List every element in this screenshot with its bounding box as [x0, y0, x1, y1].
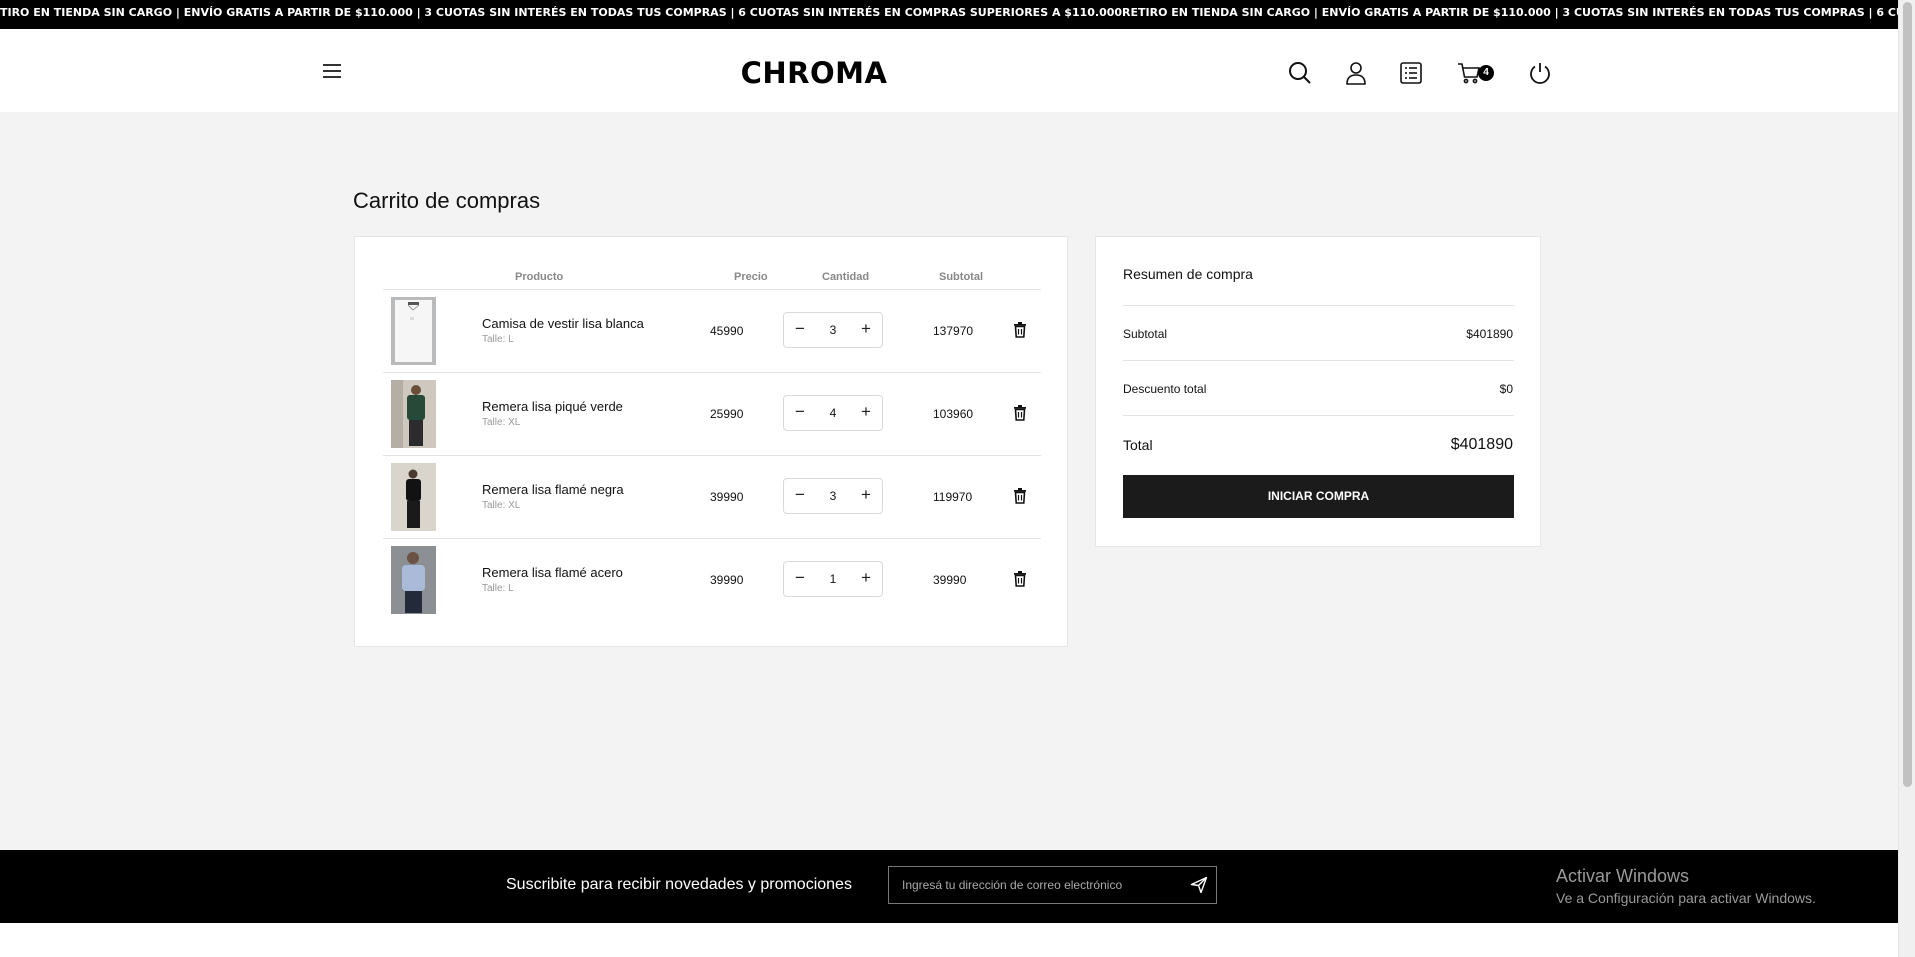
vertical-scrollbar[interactable] [1898, 0, 1915, 957]
product-size: Talle: L [482, 334, 514, 345]
decrease-quantity-button[interactable]: − [788, 567, 812, 591]
column-header-quantity: Cantidad [822, 271, 870, 283]
column-header-subtotal: Subtotal [939, 271, 983, 283]
increase-quantity-button[interactable]: + [854, 401, 878, 425]
quantity-value[interactable]: 1 [814, 572, 852, 586]
trash-icon[interactable] [1013, 488, 1027, 504]
brand-logo[interactable]: CHROMA [740, 56, 888, 90]
summary-title: Resumen de compra [1123, 266, 1253, 282]
decrease-quantity-button[interactable]: − [788, 401, 812, 425]
cart-item-row: Remera lisa flamé acero Talle: L 39990 −… [383, 539, 1041, 622]
summary-divider [1123, 360, 1514, 361]
product-name[interactable]: Camisa de vestir lisa blanca [482, 316, 644, 331]
cart-item-row: Camisa de vestir lisa blanca Talle: L 45… [383, 290, 1041, 373]
subtotal-value: $401890 [1466, 327, 1513, 341]
quantity-value[interactable]: 4 [814, 406, 852, 420]
cart-item-row: Remera lisa piqué verde Talle: XL 25990 … [383, 373, 1041, 456]
product-price: 25990 [710, 407, 744, 421]
increase-quantity-button[interactable]: + [854, 567, 878, 591]
decrease-quantity-button[interactable]: − [788, 318, 812, 342]
page-bottom [0, 923, 1898, 957]
windows-activation-watermark: Activar Windows Ve a Configuración para … [1556, 866, 1816, 906]
user-icon[interactable] [1343, 60, 1369, 86]
search-icon[interactable] [1287, 60, 1313, 86]
product-price: 39990 [710, 573, 744, 587]
email-input[interactable] [889, 867, 1179, 903]
product-price: 45990 [710, 324, 744, 338]
discount-value: $0 [1499, 382, 1513, 396]
product-size: Talle: XL [482, 417, 521, 428]
product-price: 39990 [710, 490, 744, 504]
quantity-stepper: − 4 + [783, 395, 883, 431]
discount-label: Descuento total [1123, 382, 1207, 396]
watermark-subtitle: Ve a Configuración para activar Windows. [1556, 890, 1816, 906]
product-name[interactable]: Remera lisa piqué verde [482, 399, 623, 414]
quantity-stepper: − 3 + [783, 478, 883, 514]
decrease-quantity-button[interactable]: − [788, 484, 812, 508]
total-label: Total [1123, 437, 1153, 453]
announcement-bar: RETIRO EN TIENDA SIN CARGO | ENVÍO GRATI… [0, 0, 1898, 29]
newsletter-text: Suscribite para recibir novedades y prom… [506, 876, 852, 893]
quantity-stepper: − 1 + [783, 561, 883, 597]
total-value: $401890 [1450, 436, 1513, 453]
cart-table: Producto Precio Cantidad Subtotal Camisa… [354, 236, 1068, 647]
cart-item-row: Remera lisa flamé negra Talle: XL 39990 … [383, 456, 1041, 539]
product-name[interactable]: Remera lisa flamé acero [482, 565, 623, 580]
trash-icon[interactable] [1013, 322, 1027, 338]
item-subtotal: 137970 [933, 324, 974, 338]
increase-quantity-button[interactable]: + [854, 318, 878, 342]
subtotal-label: Subtotal [1123, 327, 1168, 341]
scrollbar-thumb[interactable] [1903, 2, 1912, 787]
quantity-value[interactable]: 3 [814, 323, 852, 337]
summary-divider [1123, 415, 1514, 416]
watermark-title: Activar Windows [1556, 866, 1690, 886]
trash-icon[interactable] [1013, 405, 1027, 421]
product-size: Talle: L [482, 583, 514, 594]
item-subtotal: 119970 [933, 490, 973, 504]
orders-icon[interactable] [1398, 60, 1424, 86]
send-icon[interactable] [1190, 876, 1208, 894]
product-image[interactable] [391, 463, 436, 531]
product-image[interactable] [391, 380, 436, 448]
product-size: Talle: XL [482, 500, 521, 511]
power-icon[interactable] [1527, 60, 1553, 86]
item-subtotal: 103960 [933, 407, 974, 421]
cart-count-badge: 4 [1478, 65, 1494, 81]
product-name[interactable]: Remera lisa flamé negra [482, 482, 624, 497]
purchase-summary: Resumen de compra Subtotal $401890 Descu… [1095, 236, 1541, 547]
quantity-value[interactable]: 3 [814, 489, 852, 503]
newsletter-form [888, 866, 1217, 904]
quantity-stepper: − 3 + [783, 312, 883, 348]
announcement-text: RETIRO EN TIENDA SIN CARGO | ENVÍO GRATI… [0, 6, 1898, 19]
item-subtotal: 39990 [933, 573, 967, 587]
site-header: CHROMA 4 [0, 29, 1898, 112]
checkout-button[interactable]: INICIAR COMPRA [1123, 475, 1514, 518]
product-image[interactable] [391, 546, 436, 614]
product-image[interactable] [391, 297, 436, 365]
trash-icon[interactable] [1013, 571, 1027, 587]
menu-icon[interactable] [323, 64, 341, 78]
summary-divider [1123, 305, 1514, 306]
increase-quantity-button[interactable]: + [854, 484, 878, 508]
page-title: Carrito de compras [353, 188, 541, 213]
column-header-price: Precio [734, 271, 768, 283]
column-header-product: Producto [515, 271, 564, 283]
